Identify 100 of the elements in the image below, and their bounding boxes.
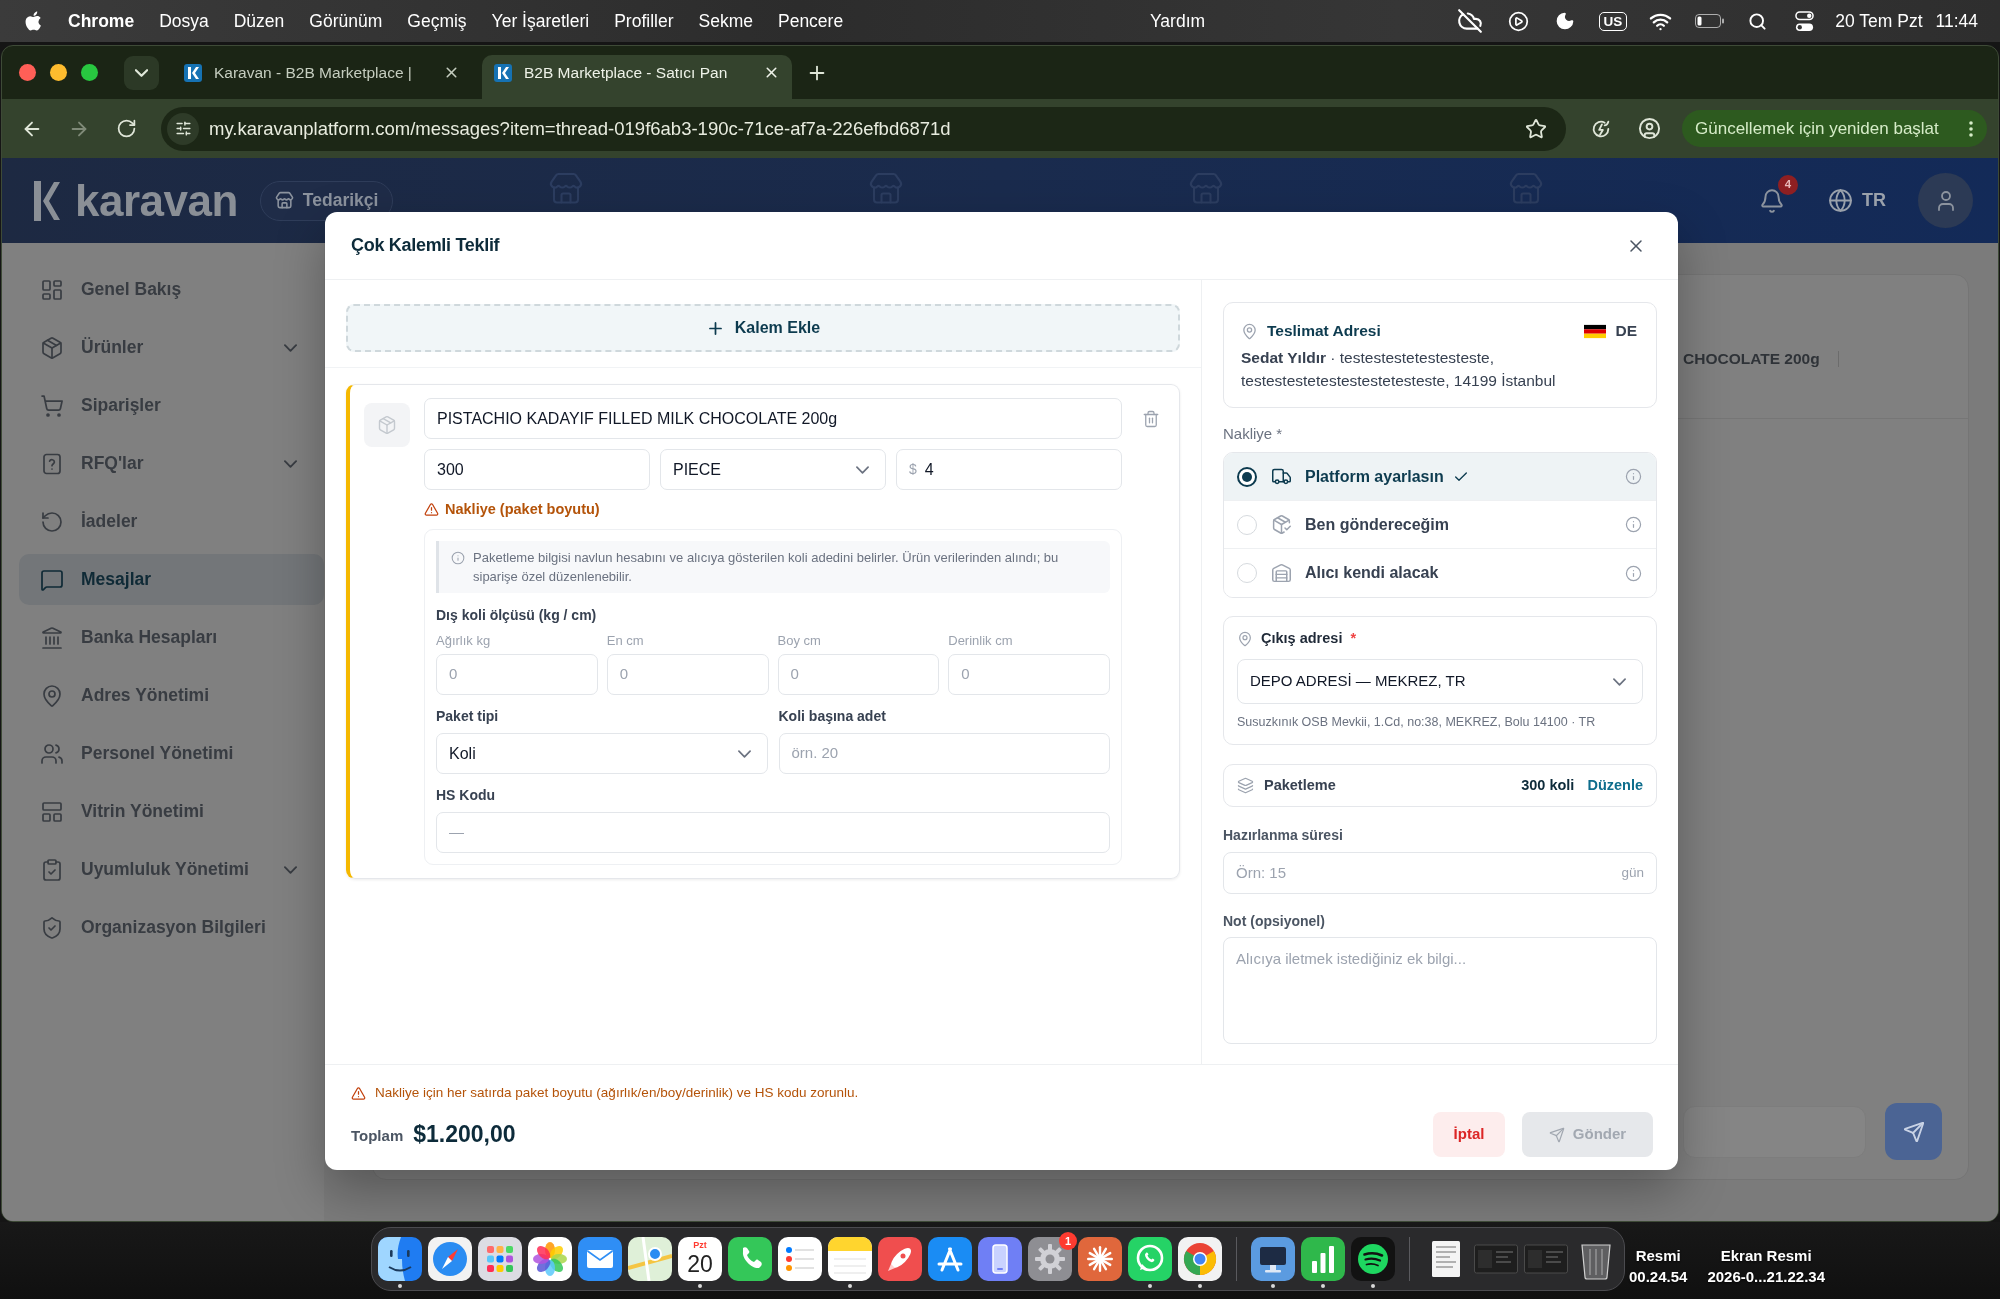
menu-item[interactable]: Yer İşaretleri — [491, 7, 590, 35]
toggles-icon[interactable] — [1795, 10, 1815, 32]
menu-item[interactable]: Pencere — [778, 7, 844, 35]
battery-icon[interactable] — [1695, 14, 1726, 28]
location-pin-icon — [1237, 631, 1253, 647]
reload-icon[interactable] — [116, 118, 137, 139]
required-mark: * — [1350, 629, 1357, 649]
language-button[interactable]: TR — [1828, 187, 1886, 214]
search-icon[interactable] — [1748, 11, 1768, 31]
cancel-button[interactable]: İptal — [1433, 1112, 1505, 1157]
store-pattern-icon — [1508, 171, 1545, 207]
field-label: HS Kodu — [436, 787, 497, 803]
browser-tab[interactable]: Karavan - B2B Marketplace | — [172, 55, 472, 99]
window-close-button[interactable] — [19, 64, 36, 81]
box-icon — [364, 403, 410, 447]
product-title: CHOCOLATE 200g — [1683, 348, 1820, 369]
menu-bar-date[interactable]: 20 Tem Pzt — [1835, 7, 1923, 35]
users-icon — [40, 741, 64, 766]
package-type-select[interactable]: Koli — [436, 733, 768, 774]
menu-item[interactable]: Sekme — [698, 7, 753, 35]
unit-suffix: gün — [1621, 863, 1644, 882]
warehouse-icon — [1271, 562, 1292, 584]
moon-icon[interactable] — [1554, 11, 1575, 31]
shipping-option[interactable]: Platform ayarlasın — [1224, 453, 1656, 501]
browser-tab[interactable]: B2B Marketplace - Satıcı Pan — [482, 55, 792, 99]
file-name-label[interactable]: 2026-0...21.22.34 — [1707, 1266, 1825, 1287]
notification-badge: 4 — [1778, 174, 1798, 195]
profile-icon[interactable] — [1638, 117, 1661, 140]
phone-icon[interactable] — [728, 1237, 772, 1281]
chat-bubble-icon[interactable] — [1128, 1237, 1172, 1281]
radio-button[interactable] — [1237, 466, 1257, 487]
flower-icon[interactable] — [528, 1237, 572, 1281]
edit-link[interactable]: Düzenle — [1587, 774, 1643, 797]
chevron-down-icon — [284, 343, 297, 352]
a-shape-icon[interactable] — [928, 1237, 972, 1281]
info-icon — [451, 551, 465, 565]
section-label: Dış koli ölçüsü (kg / cm) — [436, 606, 598, 624]
site-settings-icon[interactable] — [167, 112, 199, 145]
gear-icon[interactable] — [1028, 1237, 1072, 1281]
packaging-count: 300 koli — [1521, 775, 1575, 795]
envelope-icon[interactable] — [578, 1237, 622, 1281]
window-minimize-button[interactable] — [50, 64, 67, 81]
chevron-down-icon — [1613, 677, 1626, 686]
rocket-icon[interactable] — [878, 1237, 922, 1281]
menu-item[interactable]: Görünüm — [309, 7, 383, 35]
menu-item[interactable]: Profiller — [614, 7, 674, 35]
sound-waves-icon[interactable] — [1351, 1237, 1395, 1281]
checklist-icon[interactable] — [778, 1237, 822, 1281]
unit-select[interactable]: PIECE — [660, 449, 886, 490]
map-icon[interactable] — [628, 1237, 672, 1281]
file-name-label[interactable]: 00.24.54 — [1629, 1266, 1688, 1287]
store-pattern-icon — [548, 171, 585, 207]
tab-search-button[interactable] — [124, 55, 159, 90]
input-source-indicator[interactable]: US — [1598, 11, 1628, 31]
update-button[interactable]: Güncellemek için yeniden başlat — [1682, 110, 1987, 147]
dialog-title: Çok Kalemli Teklif — [351, 234, 500, 257]
menu-bar-time[interactable]: 11:44 — [1935, 7, 1978, 35]
send-message-button[interactable] — [1885, 1103, 1942, 1160]
logo-wordmark: karavan — [75, 176, 238, 225]
notepad-icon[interactable] — [828, 1237, 872, 1281]
menu-item[interactable]: Dosya — [159, 7, 209, 35]
menu-item[interactable]: Geçmiş — [407, 7, 467, 35]
product-name-input[interactable]: PISTACHIO KADAYIF FILLED MILK CHOCOLATE 200g — [424, 398, 1122, 439]
menu-item[interactable]: Yardım — [1150, 7, 1206, 35]
menu-item[interactable]: Düzen — [233, 7, 285, 35]
location-pin-icon — [1241, 322, 1258, 340]
field-label: Derinlik cm — [948, 634, 1014, 648]
bookmark-star-icon[interactable] — [1525, 117, 1547, 140]
price-input[interactable]: $ 4 — [896, 449, 1122, 490]
file-name-label[interactable]: Resmi — [1635, 1245, 1681, 1266]
calendar-icon[interactable]: Pzt 20 — [678, 1237, 722, 1281]
compass-icon[interactable] — [428, 1237, 472, 1281]
origin-select[interactable]: DEPO ADRESİ — MEKREZ, TR — [1237, 659, 1643, 704]
quantity-input[interactable]: 300 — [424, 449, 650, 490]
field-label: Not (opsiyonel) — [1223, 912, 1326, 931]
file-name-label[interactable]: Ekran Resmi — [1720, 1245, 1812, 1266]
currency-prefix: $ — [909, 460, 917, 479]
origin-address-text: Susuzkınık OSB Mevkii, 1.Cd, no:38, MEKREZ, Bolu 14100 · TR — [1237, 714, 1597, 730]
split-face-icon[interactable] — [378, 1237, 422, 1281]
play-circle-icon[interactable] — [1507, 10, 1529, 32]
device-icon[interactable] — [1251, 1237, 1295, 1281]
more-icon — [1969, 120, 1973, 137]
message-input[interactable] — [1683, 1105, 1866, 1158]
warning-icon — [424, 501, 439, 517]
app-menu[interactable]: Chrome — [68, 7, 135, 35]
window-zoom-button[interactable] — [81, 64, 98, 81]
chevron-down-icon — [284, 865, 297, 874]
bell-icon — [1759, 187, 1785, 214]
chevron-down-icon — [856, 465, 869, 474]
app-grid-icon[interactable] — [478, 1237, 522, 1281]
recipient-address: Sedat Yıldır · testestestetestesteste, testestestetestestestetesteste, 14199 İstanbul — [1241, 348, 1557, 391]
add-item-button[interactable]: Kalem Ekle — [346, 304, 1180, 352]
cloud-off-icon[interactable] — [1456, 8, 1483, 34]
mobile-device-icon[interactable] — [978, 1237, 1022, 1281]
apple-icon[interactable] — [25, 10, 43, 32]
asterisk-icon[interactable] — [1078, 1237, 1122, 1281]
bar-chart-icon[interactable] — [1301, 1237, 1345, 1281]
info-text: Paketleme bilgisi navlun hesabını ve alıcıya gösterilen koli adedini belirler. Ürün verilerinden alındı; bu siparişe özel düzenlenebilir. — [473, 549, 1060, 586]
address-bar[interactable]: my.karavanplatform.com/messages?item=thread-019f6ab3-190c-71ce-af7a-226efbd6871d — [161, 106, 1566, 151]
footer-warning: Nakliye için her satırda paket boyutu (ağırlık/en/boy/derinlik) ve HS kodu zorunlu. — [375, 1083, 859, 1102]
